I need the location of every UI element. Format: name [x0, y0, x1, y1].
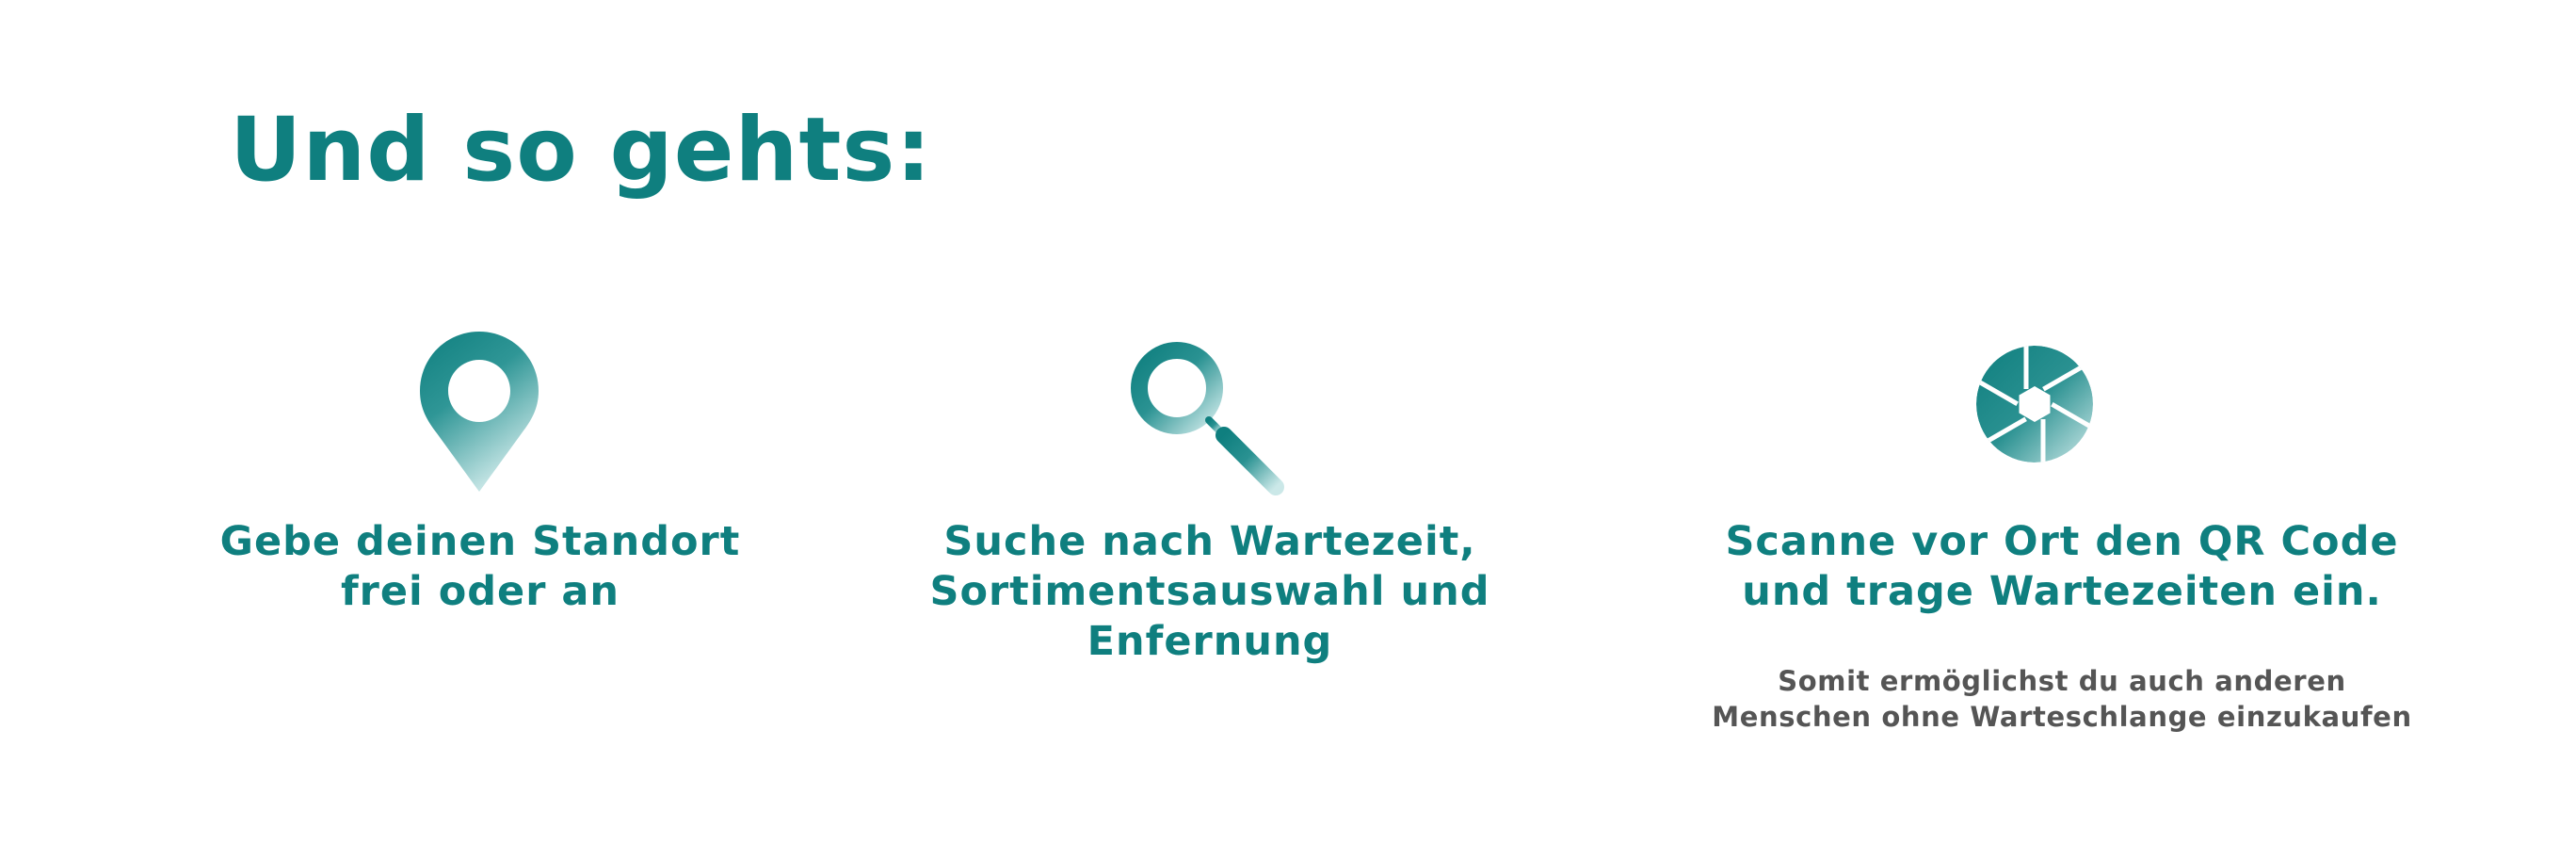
camera-shutter-icon — [1976, 346, 2093, 462]
step-text: Scanne vor Ort den QR Code und trage War… — [1725, 518, 2399, 615]
step-scan: Scanne vor Ort den QR Code und trage War… — [1638, 0, 2486, 860]
map-pin-icon — [420, 332, 539, 492]
step-location: Gebe deinen Standort frei oder an — [160, 0, 800, 860]
step-search: Suche nach Wartezeit, Sortimentsauswahl … — [866, 0, 1554, 860]
step-text: Suche nach Wartezeit, Sortimentsauswahl … — [929, 518, 1490, 665]
magnifier-icon — [1131, 342, 1284, 495]
step-note: Somit ermöglichst du auch anderen Mensch… — [1712, 665, 2412, 733]
step-text: Gebe deinen Standort frei oder an — [219, 518, 741, 615]
